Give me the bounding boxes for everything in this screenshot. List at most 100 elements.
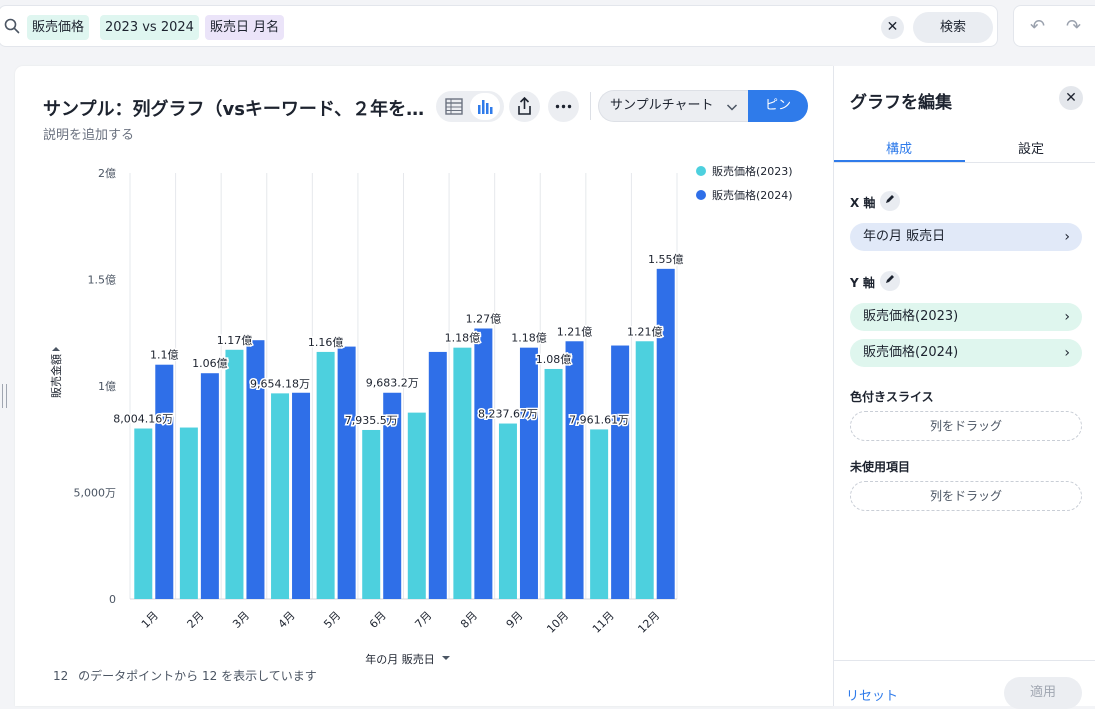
chevron-down-icon xyxy=(726,104,738,111)
bar xyxy=(635,341,654,599)
data-label: 8,004.16万 xyxy=(113,413,173,426)
y-axis-field-label: 販売価格(2023) xyxy=(863,309,959,324)
bar xyxy=(590,429,609,599)
tab-divider xyxy=(834,162,1095,163)
x-tick-label: 2月 xyxy=(185,609,207,631)
chart-description[interactable]: 説明を追加する xyxy=(43,124,134,143)
resize-handle[interactable] xyxy=(2,384,10,408)
color-slice-drop-zone[interactable]: 列をドラッグ xyxy=(850,411,1082,441)
panel-footer-divider xyxy=(834,660,1095,661)
share-button[interactable] xyxy=(509,91,540,122)
data-label: 1.18億 xyxy=(445,332,481,345)
y-axis-field-pill[interactable]: 販売価格(2024) › xyxy=(850,339,1082,367)
bar xyxy=(428,351,447,599)
edit-y-axis-button[interactable] xyxy=(880,271,900,291)
sample-chart-label: サンプルチャート xyxy=(610,98,714,113)
y-axis-label: Y 軸 xyxy=(850,276,875,290)
summary-text-end: を表示しています xyxy=(221,669,317,683)
top-bar: 販売価格 2023 vs 2024 販売日 月名 ✕ 検索 ↶ ↷ xyxy=(0,0,1095,54)
data-label: 1.18億 xyxy=(511,332,547,345)
more-options-button[interactable] xyxy=(548,91,579,122)
redo-icon[interactable]: ↷ xyxy=(1066,16,1081,37)
bar xyxy=(519,347,538,599)
x-tick-label: 5月 xyxy=(321,609,343,631)
x-tick-label: 11月 xyxy=(590,609,617,636)
legend-swatch xyxy=(696,190,706,200)
search-icon xyxy=(4,18,20,34)
pencil-icon xyxy=(886,195,894,203)
data-label: 1.55億 xyxy=(648,253,684,266)
search-token-attribute[interactable]: 販売日 月名 xyxy=(205,15,285,40)
x-axis-field-pill[interactable]: 年の月 販売日 › xyxy=(850,223,1082,251)
bar xyxy=(362,429,381,599)
reset-button[interactable]: リセット xyxy=(846,685,898,704)
tab-settings[interactable]: 設定 xyxy=(966,138,1095,157)
search-bar[interactable]: 販売価格 2023 vs 2024 販売日 月名 ✕ 検索 xyxy=(0,5,998,47)
bar xyxy=(337,346,356,599)
edit-chart-panel: グラフを編集 ✕ 構成 設定 X 軸 年の月 販売日 › Y 軸 販売価格(20… xyxy=(833,66,1095,709)
search-token-measure[interactable]: 販売価格 xyxy=(27,15,90,40)
x-tick-label: 10月 xyxy=(544,609,571,636)
shown-count: 12 xyxy=(53,669,69,683)
x-axis-label: X 軸 xyxy=(850,196,876,210)
x-tick-label: 9月 xyxy=(504,609,526,631)
y-tick-label: 1.5億 xyxy=(88,274,117,287)
x-axis-title: 年の月 販売日 xyxy=(365,652,435,666)
bar xyxy=(611,345,630,599)
data-point-summary: 12 のデータポイントから 12 を表示しています xyxy=(53,667,317,684)
bar xyxy=(292,392,311,599)
data-label: 1.21億 xyxy=(557,325,593,338)
data-label: 8,237.67万 xyxy=(478,408,538,421)
chart-title[interactable]: サンプル：列グラフ（vsキーワード、２年を… xyxy=(43,95,428,121)
bar xyxy=(407,412,426,599)
y-tick-label: 5,000万 xyxy=(74,487,117,500)
data-label: 7,961.61万 xyxy=(569,413,629,426)
bar xyxy=(200,373,219,599)
view-toggle xyxy=(436,91,504,122)
history-controls: ↶ ↷ xyxy=(1013,5,1095,47)
panel-title: グラフを編集 xyxy=(850,93,952,113)
data-label: 1.17億 xyxy=(217,334,253,347)
data-label: 1.16億 xyxy=(308,336,344,349)
share-icon xyxy=(518,96,531,115)
summary-text-mid: のデータポイントから xyxy=(78,669,199,683)
pin-button[interactable]: ピン xyxy=(748,90,808,122)
x-axis-field-label: 年の月 販売日 xyxy=(863,229,946,244)
x-tick-label: 12月 xyxy=(635,609,662,636)
bar-chart-icon xyxy=(478,100,493,114)
edit-x-axis-button[interactable] xyxy=(880,191,900,211)
color-slice-label: 色付きスライス xyxy=(850,390,934,404)
y-axis-dropdown-icon xyxy=(52,347,60,351)
close-icon: ✕ xyxy=(886,19,899,35)
bar xyxy=(453,347,472,599)
chart-card: サンプル：列グラフ（vsキーワード、２年を… 説明を追加する サンプルチャート … xyxy=(15,66,833,706)
bar xyxy=(179,427,198,599)
table-view-button[interactable] xyxy=(439,93,469,120)
x-tick-label: 6月 xyxy=(367,609,389,631)
legend-label: 販売価格(2023) xyxy=(712,164,793,178)
data-label: 7,935.5万 xyxy=(345,414,398,427)
y-axis-field-pill[interactable]: 販売価格(2023) › xyxy=(850,303,1082,331)
y-tick-label: 1億 xyxy=(98,380,116,393)
tab-configure[interactable]: 構成 xyxy=(834,138,964,157)
undo-icon[interactable]: ↶ xyxy=(1030,16,1045,37)
chevron-right-icon: › xyxy=(1064,229,1070,245)
unused-items-label: 未使用項目 xyxy=(850,460,911,474)
apply-button[interactable]: 適用 xyxy=(1004,677,1082,709)
bar xyxy=(134,428,153,599)
y-tick-label: 0 xyxy=(109,593,116,606)
legend-swatch xyxy=(696,166,706,176)
close-icon: ✕ xyxy=(1065,90,1077,106)
sample-chart-dropdown[interactable]: サンプルチャート xyxy=(598,90,748,122)
chart-view-button[interactable] xyxy=(470,93,500,120)
unused-items-drop-zone[interactable]: 列をドラッグ xyxy=(850,481,1082,511)
clear-search-button[interactable]: ✕ xyxy=(881,16,904,39)
bar xyxy=(271,393,290,599)
search-token-compare[interactable]: 2023 vs 2024 xyxy=(100,15,199,40)
panel-close-button[interactable]: ✕ xyxy=(1059,86,1083,110)
y-tick-label: 2億 xyxy=(98,167,116,180)
bar xyxy=(656,268,675,599)
pencil-icon xyxy=(886,275,894,283)
search-button[interactable]: 検索 xyxy=(913,12,993,43)
y-axis-title: 販売金額 xyxy=(49,354,63,398)
